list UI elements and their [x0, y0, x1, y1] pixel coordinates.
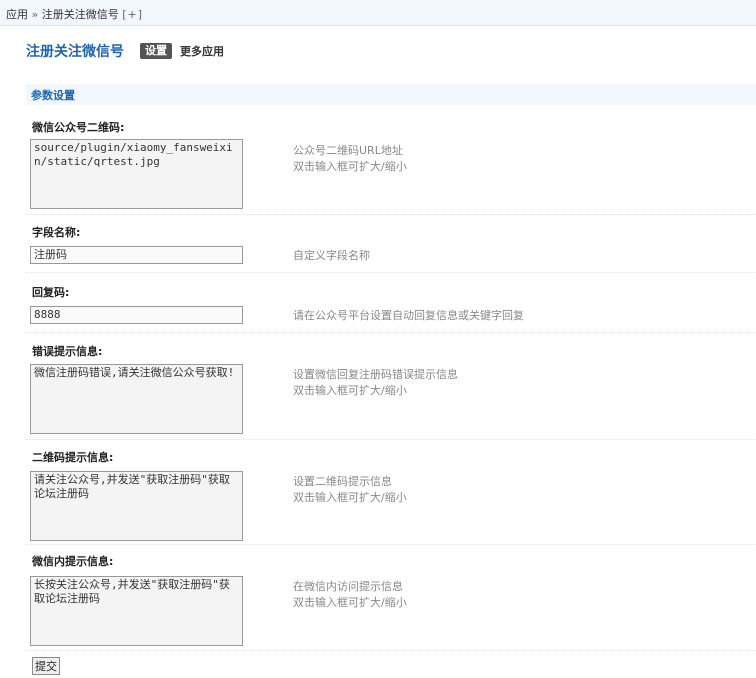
qrcode-tip-line1: 公众号二维码URL地址 — [293, 144, 403, 157]
qrcode-message-input[interactable]: 请关注公众号,并发送"获取注册码"获取论坛注册码 — [30, 471, 243, 541]
row-divider — [26, 650, 756, 651]
row-divider — [26, 544, 756, 545]
qrcode-message-tip-line1: 设置二维码提示信息 — [293, 475, 392, 488]
tab-more-apps[interactable]: 更多应用 — [180, 43, 224, 59]
top-bar: 应用 » 注册关注微信号 [+] — [0, 0, 756, 26]
row-divider — [26, 332, 756, 333]
title-row: 注册关注微信号 设置 更多应用 — [26, 42, 224, 60]
qrcode-message-tip-line2: 双击输入框可扩大/缩小 — [293, 491, 407, 504]
page-title: 注册关注微信号 — [26, 44, 124, 60]
breadcrumb: 应用 » 注册关注微信号 [+] — [6, 6, 143, 22]
qrcode-tip-line2: 双击输入框可扩大/缩小 — [293, 160, 407, 173]
breadcrumb-root[interactable]: 应用 — [6, 8, 28, 21]
wechat-message-tip: 在微信内访问提示信息 双击输入框可扩大/缩小 — [293, 579, 407, 611]
qrcode-url-input[interactable]: source/plugin/xiaomy_fansweixin/static/q… — [30, 139, 243, 209]
qrcode-label: 微信公众号二维码: — [32, 121, 125, 134]
row-divider — [26, 439, 756, 440]
wechat-message-tip-line1: 在微信内访问提示信息 — [293, 580, 403, 593]
section-title: 参数设置 — [31, 89, 75, 102]
breadcrumb-add-button[interactable]: [+] — [122, 8, 143, 21]
breadcrumb-separator: » — [31, 8, 39, 21]
error-message-tip: 设置微信回复注册码错误提示信息 双击输入框可扩大/缩小 — [293, 367, 458, 399]
reply-code-input[interactable]: 8888 — [30, 306, 243, 324]
reply-code-label: 回复码: — [32, 286, 70, 299]
row-divider — [26, 272, 756, 273]
tab-settings[interactable]: 设置 — [140, 43, 172, 59]
field-name-label: 字段名称: — [32, 226, 81, 239]
error-message-tip-line1: 设置微信回复注册码错误提示信息 — [293, 368, 458, 381]
error-message-label: 错误提示信息: — [32, 345, 103, 358]
submit-button[interactable]: 提交 — [32, 657, 60, 675]
section-header: 参数设置 — [26, 84, 756, 105]
error-message-tip-line2: 双击输入框可扩大/缩小 — [293, 384, 407, 397]
reply-code-tip: 请在公众号平台设置自动回复信息或关键字回复 — [293, 309, 524, 322]
field-name-tip: 自定义字段名称 — [293, 249, 370, 262]
error-message-input[interactable]: 微信注册码错误,请关注微信公众号获取! — [30, 364, 243, 434]
wechat-message-input[interactable]: 长按关注公众号,并发送"获取注册码"获取论坛注册码 — [30, 576, 243, 646]
qrcode-tip: 公众号二维码URL地址 双击输入框可扩大/缩小 — [293, 143, 407, 175]
wechat-message-tip-line2: 双击输入框可扩大/缩小 — [293, 596, 407, 609]
wechat-message-label: 微信内提示信息: — [32, 555, 114, 568]
qrcode-message-tip: 设置二维码提示信息 双击输入框可扩大/缩小 — [293, 474, 407, 506]
field-name-input[interactable]: 注册码 — [30, 246, 243, 264]
row-divider — [26, 214, 756, 215]
breadcrumb-current: 注册关注微信号 — [41, 8, 119, 21]
qrcode-message-label: 二维码提示信息: — [32, 451, 114, 464]
